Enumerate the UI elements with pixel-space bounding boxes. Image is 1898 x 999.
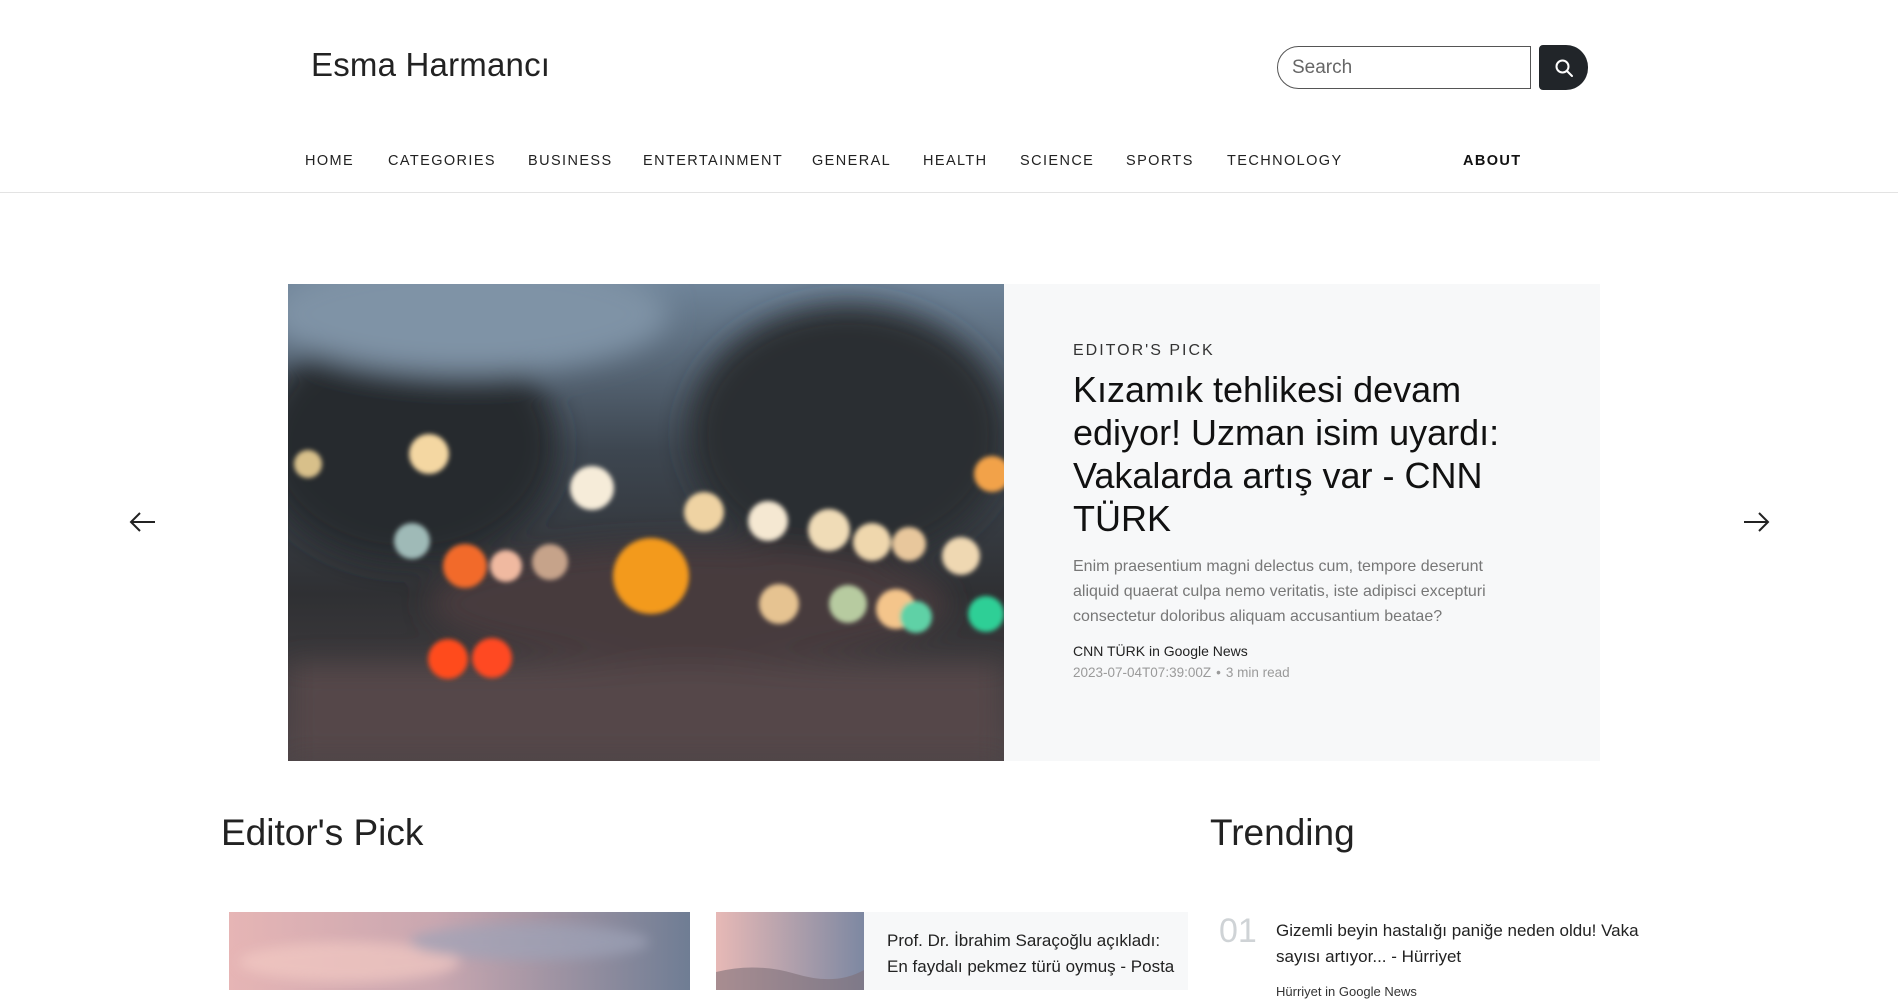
nav-home[interactable]: HOME (305, 153, 354, 169)
nav-entertainment[interactable]: ENTERTAINMENT (643, 153, 783, 169)
slider-prev-button[interactable] (128, 510, 158, 534)
hero-excerpt: Enim praesentium magni delectus cum, tem… (1073, 558, 1486, 625)
search-icon (1555, 59, 1573, 77)
site-title[interactable]: Esma Harmancı (311, 46, 550, 84)
nav-science[interactable]: SCIENCE (1020, 153, 1094, 169)
search-button[interactable] (1539, 45, 1588, 90)
hero-slide[interactable]: EDITOR'S PICK Kızamık tehlikesi devam ed… (288, 284, 1600, 761)
slider-next-button[interactable] (1741, 510, 1771, 534)
nav-general[interactable]: GENERAL (812, 153, 891, 169)
hero-kicker: EDITOR'S PICK (1073, 342, 1215, 359)
arrow-right-icon (1744, 512, 1770, 532)
editors-pick-featured-image (229, 912, 690, 990)
nav-business[interactable]: BUSINESS (528, 153, 613, 169)
hero-title[interactable]: Kızamık tehlikesi devam ediyor! Uzman is… (1073, 368, 1523, 540)
nav-about[interactable]: ABOUT (1463, 153, 1522, 169)
nav-technology[interactable]: TECHNOLOGY (1227, 153, 1343, 169)
trending-title[interactable]: Gizemli beyin hastalığı paniğe neden old… (1276, 918, 1646, 970)
arrow-left-icon (129, 512, 155, 532)
search-form (1277, 45, 1588, 90)
main-nav: HOME CATEGORIES BUSINESS ENTERTAINMENT G… (305, 153, 1525, 173)
nav-categories[interactable]: CATEGORIES (388, 153, 496, 169)
header-divider (0, 192, 1898, 193)
hero-text: EDITOR'S PICK Kızamık tehlikesi devam ed… (1073, 342, 1523, 680)
trending-number: 01 (1219, 912, 1257, 950)
hero-image (288, 284, 1004, 761)
nav-sports[interactable]: SPORTS (1126, 153, 1194, 169)
nav-health[interactable]: HEALTH (923, 153, 988, 169)
editors-pick-card-title[interactable]: Prof. Dr. İbrahim Saraçoğlu açıkladı: En… (887, 928, 1177, 980)
editors-pick-featured-card[interactable] (229, 912, 690, 990)
trending-source[interactable]: Hürriyet in Google News (1276, 984, 1417, 999)
editors-pick-card[interactable]: Prof. Dr. İbrahim Saraçoğlu açıkladı: En… (716, 912, 1188, 990)
hero-meta: 2023-07-04T07:39:00Z • 3 min read (1073, 665, 1523, 680)
editors-pick-card-image (716, 912, 864, 990)
search-input[interactable] (1277, 46, 1531, 89)
hero-read-time: 3 min read (1225, 665, 1290, 680)
editors-pick-heading: Editor's Pick (221, 812, 424, 853)
hero-source[interactable]: CNN TÜRK in Google News (1073, 643, 1523, 659)
hero-date: 2023-07-04T07:39:00Z (1073, 665, 1212, 680)
trending-heading: Trending (1210, 812, 1355, 853)
meta-separator: • (1216, 665, 1221, 680)
